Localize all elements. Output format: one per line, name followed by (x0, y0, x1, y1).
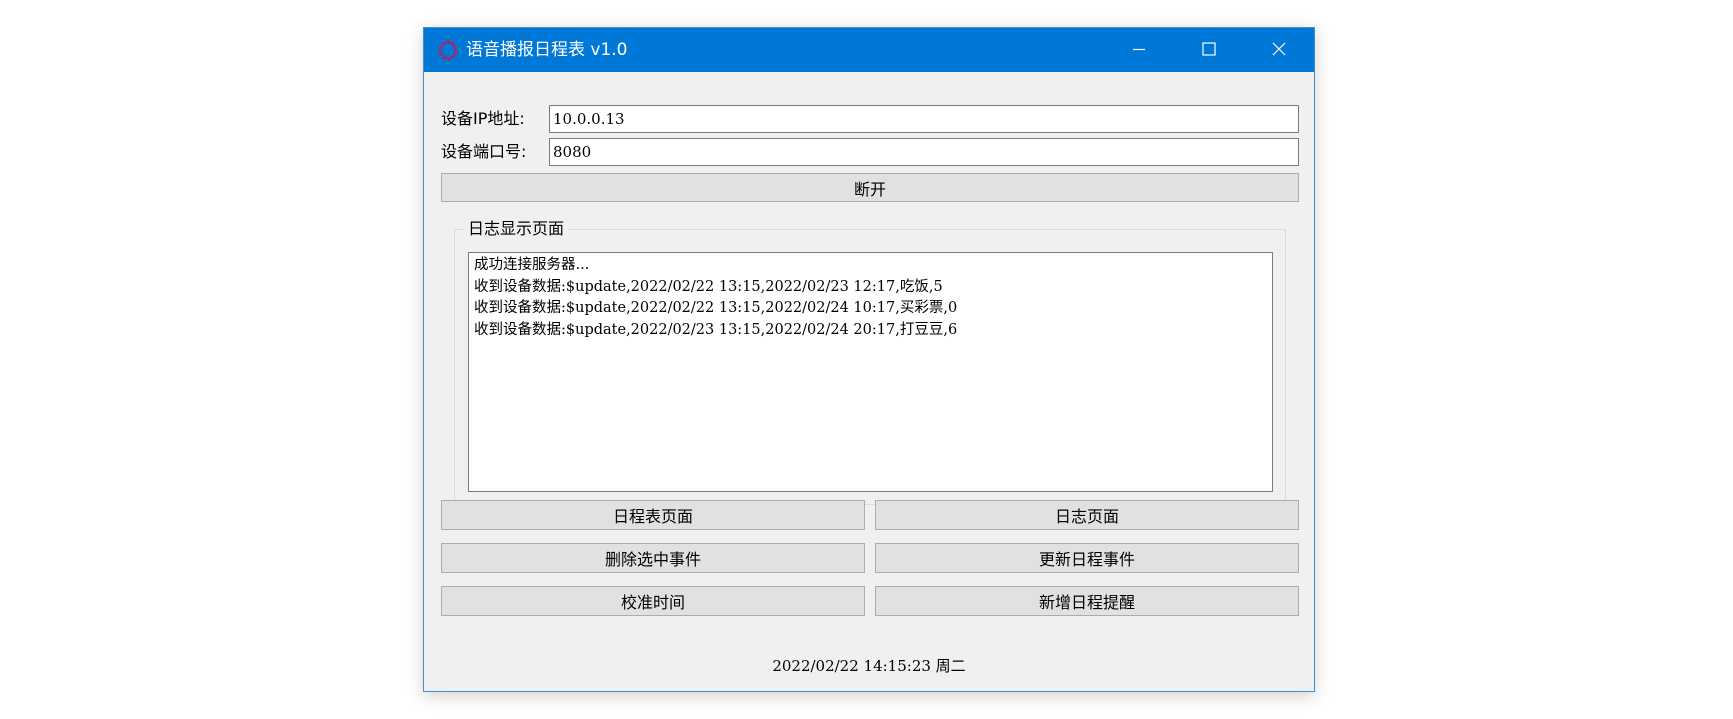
gear-outline-icon (436, 38, 460, 62)
window-title: 语音播报日程表 v1.0 (466, 40, 628, 60)
schedule-page-button[interactable]: 日程表页面 (441, 500, 865, 530)
ip-input[interactable] (549, 105, 1299, 133)
close-icon (1272, 41, 1286, 60)
minimize-button[interactable] (1104, 28, 1174, 72)
minimize-icon (1132, 41, 1146, 60)
close-button[interactable] (1244, 28, 1314, 72)
ip-label: 设备IP地址: (441, 109, 525, 128)
log-textarea[interactable]: 成功连接服务器... 收到设备数据:$update,2022/02/22 13:… (468, 252, 1273, 492)
delete-selected-button[interactable]: 删除选中事件 (441, 543, 865, 573)
port-input[interactable] (549, 138, 1299, 166)
log-page-button[interactable]: 日志页面 (875, 500, 1299, 530)
log-line: 收到设备数据:$update,2022/02/23 13:15,2022/02/… (474, 321, 958, 338)
maximize-button[interactable] (1174, 28, 1244, 72)
title-bar[interactable]: 语音播报日程表 v1.0 (424, 28, 1314, 72)
log-line: 收到设备数据:$update,2022/02/22 13:15,2022/02/… (474, 300, 958, 316)
log-line: 成功连接服务器... (474, 257, 590, 273)
maximize-icon (1202, 41, 1216, 60)
current-datetime: 2022/02/22 14:15:23 周二 (772, 657, 966, 675)
add-reminder-button[interactable]: 新增日程提醒 (875, 586, 1299, 616)
log-line: 收到设备数据:$update,2022/02/22 13:15,2022/02/… (474, 278, 943, 295)
log-group-title: 日志显示页面 (464, 218, 569, 240)
app-window: 语音播报日程表 v1.0 设备IP地址: 设备端口号: 断开 日志显示页面 成功… (423, 27, 1315, 692)
update-schedule-button[interactable]: 更新日程事件 (875, 543, 1299, 573)
calibrate-time-button[interactable]: 校准时间 (441, 586, 865, 616)
disconnect-button[interactable]: 断开 (441, 173, 1299, 202)
port-label: 设备端口号: (441, 142, 527, 161)
